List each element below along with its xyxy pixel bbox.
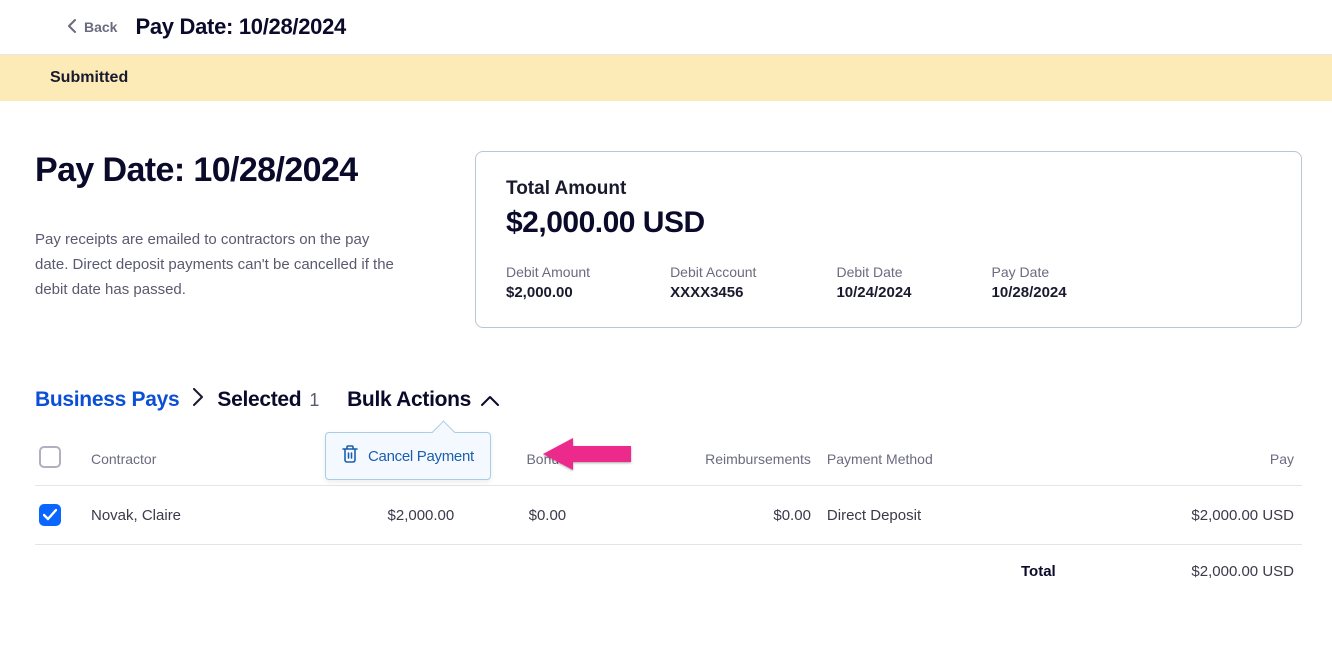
- total-amount-value: $2,000.00 USD: [506, 206, 1271, 240]
- cell-pay: $2,000.00 USD: [1064, 486, 1302, 545]
- cell-payment-method: Direct Deposit: [819, 486, 1064, 545]
- footer-total-value: $2,000.00 USD: [1064, 545, 1302, 585]
- breadcrumb-business-pays[interactable]: Business Pays: [35, 388, 179, 412]
- payments-table: Contractor Bonus Reimbursements Payment …: [35, 434, 1302, 584]
- summary-card: Total Amount $2,000.00 USD Debit Amount …: [475, 151, 1302, 328]
- topbar-title: Pay Date: 10/28/2024: [135, 14, 346, 40]
- col-payment-method: Payment Method: [819, 434, 1064, 486]
- cell-contractor: Novak, Claire: [83, 486, 296, 545]
- back-label: Back: [84, 19, 117, 35]
- top-bar: Back Pay Date: 10/28/2024: [0, 0, 1332, 55]
- dropdown-cancel-payment-label: Cancel Payment: [368, 448, 474, 465]
- summary-item-debit-account: Debit Account XXXX3456: [670, 264, 756, 301]
- page-title: Pay Date: 10/28/2024: [35, 151, 435, 190]
- chevron-right-icon: [193, 388, 203, 412]
- col-contractor: Contractor: [83, 434, 296, 486]
- pay-date-label: Pay Date: [992, 264, 1067, 280]
- dropdown-cancel-payment[interactable]: Cancel Payment: [325, 432, 491, 480]
- page-description: Pay receipts are emailed to contractors …: [35, 228, 405, 302]
- breadcrumb: Business Pays Selected 1 Bulk Actions Ca…: [35, 388, 1302, 412]
- cell-amount: $2,000.00: [296, 486, 462, 545]
- pay-date-value: 10/28/2024: [992, 284, 1067, 301]
- trash-icon: [342, 445, 358, 467]
- summary-item-debit-date: Debit Date 10/24/2024: [836, 264, 911, 301]
- select-all-checkbox[interactable]: [39, 446, 61, 468]
- debit-date-label: Debit Date: [836, 264, 911, 280]
- summary-item-debit-amount: Debit Amount $2,000.00: [506, 264, 590, 301]
- debit-amount-label: Debit Amount: [506, 264, 590, 280]
- table-row: Novak, Claire $2,000.00 $0.00 $0.00 Dire…: [35, 486, 1302, 545]
- breadcrumb-selected-count: 1: [309, 390, 319, 411]
- chevron-up-icon: [481, 388, 499, 412]
- col-pay: Pay: [1064, 434, 1302, 486]
- col-reimbursements: Reimbursements: [574, 434, 819, 486]
- debit-date-value: 10/24/2024: [836, 284, 911, 301]
- back-button[interactable]: Back: [68, 19, 117, 36]
- chevron-left-icon: [68, 19, 76, 36]
- footer-total-label: Total: [35, 545, 1064, 585]
- row-checkbox[interactable]: [39, 504, 61, 526]
- content: Pay Date: 10/28/2024 Pay receipts are em…: [0, 101, 1332, 614]
- debit-account-value: XXXX3456: [670, 284, 756, 301]
- bulk-actions-button[interactable]: Bulk Actions: [347, 388, 499, 412]
- status-banner: Submitted: [0, 55, 1332, 101]
- summary-item-pay-date: Pay Date 10/28/2024: [992, 264, 1067, 301]
- debit-account-label: Debit Account: [670, 264, 756, 280]
- cell-bonus: $0.00: [462, 486, 574, 545]
- cell-reimbursements: $0.00: [574, 486, 819, 545]
- debit-amount-value: $2,000.00: [506, 284, 590, 301]
- bulk-actions-label: Bulk Actions: [347, 388, 471, 412]
- total-amount-label: Total Amount: [506, 178, 1271, 200]
- status-text: Submitted: [50, 69, 128, 86]
- breadcrumb-selected: Selected: [217, 388, 301, 412]
